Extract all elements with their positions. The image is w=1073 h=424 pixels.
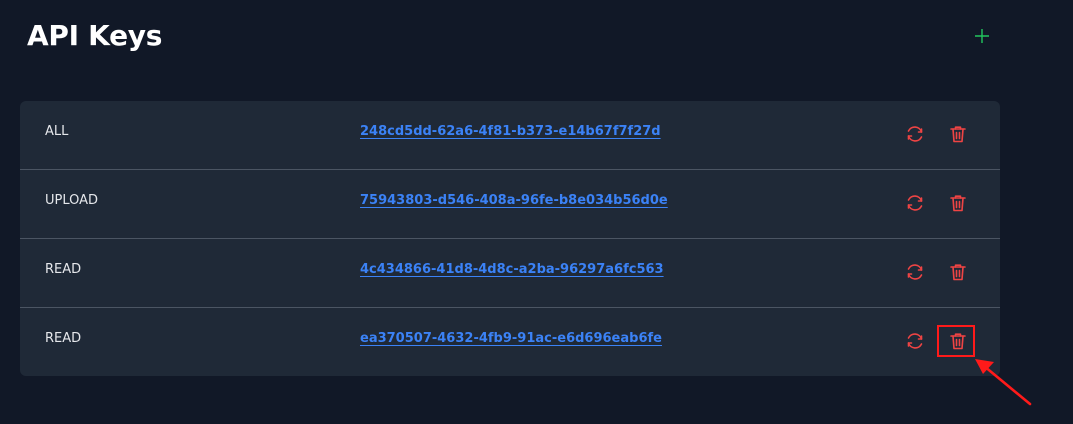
refresh-icon xyxy=(907,126,923,142)
regenerate-key-button[interactable] xyxy=(904,330,926,352)
key-scope: ALL xyxy=(45,124,69,139)
delete-key-button[interactable] xyxy=(947,330,969,352)
trash-icon xyxy=(950,195,966,212)
key-row: READ ea370507-4632-4fb9-91ac-e6d696eab6f… xyxy=(20,308,1000,376)
api-keys-page: API Keys ALL 248cd5dd-62a6-4f81-b373-e14… xyxy=(0,0,1073,424)
page-title: API Keys xyxy=(27,19,163,52)
key-scope: UPLOAD xyxy=(45,193,99,208)
plus-icon xyxy=(975,29,989,43)
key-row: UPLOAD 75943803-d546-408a-96fe-b8e034b56… xyxy=(20,170,1000,239)
regenerate-key-button[interactable] xyxy=(904,192,926,214)
regenerate-key-button[interactable] xyxy=(904,123,926,145)
refresh-icon xyxy=(907,333,923,349)
refresh-icon xyxy=(907,264,923,280)
delete-key-button[interactable] xyxy=(947,261,969,283)
regenerate-key-button[interactable] xyxy=(904,261,926,283)
trash-icon xyxy=(950,333,966,350)
api-key-link[interactable]: 4c434866-41d8-4d8c-a2ba-96297a6fc563 xyxy=(360,262,664,278)
key-row: READ 4c434866-41d8-4d8c-a2ba-96297a6fc56… xyxy=(20,239,1000,308)
api-key-link[interactable]: 248cd5dd-62a6-4f81-b373-e14b67f7f27d xyxy=(360,124,661,140)
api-keys-list: ALL 248cd5dd-62a6-4f81-b373-e14b67f7f27d xyxy=(20,101,1000,376)
trash-icon xyxy=(950,126,966,143)
key-scope: READ xyxy=(45,262,82,277)
delete-key-button[interactable] xyxy=(947,192,969,214)
api-key-link[interactable]: ea370507-4632-4fb9-91ac-e6d696eab6fe xyxy=(360,331,662,347)
key-scope: READ xyxy=(45,331,82,346)
add-key-button[interactable] xyxy=(972,26,992,46)
refresh-icon xyxy=(907,195,923,211)
key-row: ALL 248cd5dd-62a6-4f81-b373-e14b67f7f27d xyxy=(20,101,1000,170)
api-key-link[interactable]: 75943803-d546-408a-96fe-b8e034b56d0e xyxy=(360,193,668,209)
trash-icon xyxy=(950,264,966,281)
delete-key-button[interactable] xyxy=(947,123,969,145)
